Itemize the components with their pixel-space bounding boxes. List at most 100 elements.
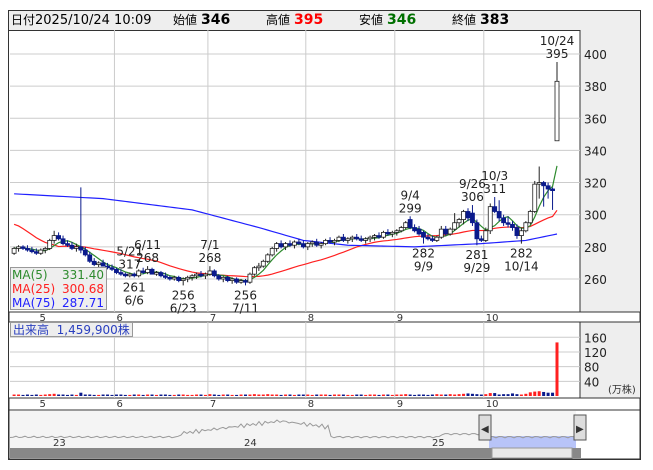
candle-body <box>492 206 498 212</box>
legend-name: MA(5) <box>12 268 48 282</box>
volume-bar <box>217 394 221 396</box>
candle-body <box>65 243 70 246</box>
volume-bar <box>172 394 176 396</box>
candle-body <box>314 241 320 246</box>
volume-bar <box>266 394 270 396</box>
volume-bar <box>257 394 261 396</box>
volume-bar <box>150 394 154 396</box>
price-tick-label: 380 <box>584 80 607 94</box>
volume-bar <box>239 394 243 396</box>
candle-body <box>287 243 293 246</box>
legend-value: 287.71 <box>62 296 104 310</box>
month-label: 9 <box>397 313 403 324</box>
annotation-date: 6/11 <box>134 238 161 252</box>
volume-bar <box>377 394 381 396</box>
volume-bar <box>333 394 336 396</box>
volume-bar <box>350 394 354 396</box>
candle-body <box>345 238 351 241</box>
volume-bar <box>422 394 425 396</box>
candle-body <box>216 275 222 280</box>
candle-body <box>474 222 480 240</box>
candle-body <box>149 268 155 275</box>
candle-body <box>487 206 493 232</box>
candle-body <box>381 231 386 238</box>
volume-bar <box>444 394 448 396</box>
volume-legend: 出来高 1,459,900株 <box>10 322 133 337</box>
volume-bar <box>155 394 158 396</box>
price-volume-chart[interactable]: 5/213172616/66/112682566/237/12682567/11… <box>0 0 653 470</box>
candle-body <box>78 246 84 251</box>
volume-bar <box>288 394 292 396</box>
candle-body <box>403 222 409 228</box>
month-label: 5 <box>39 399 45 410</box>
candle-body <box>434 236 440 241</box>
month-label: 10 <box>486 399 499 410</box>
volume-bar <box>537 391 541 396</box>
price-tick-label: 280 <box>584 241 607 255</box>
candle-body <box>131 273 137 277</box>
volume-bar <box>230 394 234 396</box>
candle-body <box>42 248 48 251</box>
volume-bar <box>137 394 141 396</box>
candle-body <box>389 231 395 235</box>
candle-body <box>60 238 66 245</box>
volume-bar <box>203 394 207 396</box>
volume-bar <box>470 393 474 396</box>
chevron-right-icon: ▶ <box>576 424 584 435</box>
navigator-year-label: 23 <box>53 438 66 449</box>
month-label: 7 <box>210 313 216 324</box>
annotation-date: 7/1 <box>200 238 219 252</box>
candle-body <box>220 276 226 280</box>
candle-body <box>545 185 551 190</box>
candle-body <box>74 246 79 249</box>
navigator[interactable]: 23 24 25 ◀ ▶ <box>8 409 641 460</box>
volume-bar <box>381 394 385 396</box>
volume-bar <box>34 394 38 396</box>
candle-body <box>56 235 61 240</box>
candle-body <box>207 270 213 275</box>
volume-bar <box>479 394 483 396</box>
volume-bar <box>426 394 430 396</box>
volume-bar <box>435 394 439 396</box>
annotation-value: 282 <box>412 247 435 261</box>
volume-bar <box>493 393 497 396</box>
candle-body <box>363 238 369 241</box>
volume-bar <box>70 394 74 396</box>
volume-bar <box>453 394 457 396</box>
candle-body <box>109 267 115 270</box>
volume-bar <box>430 394 434 396</box>
volume-bar <box>43 394 47 396</box>
volume-bar <box>177 394 181 396</box>
volume-bar <box>52 393 56 396</box>
price-tick-label: 360 <box>584 112 607 126</box>
volume-bar <box>163 394 167 396</box>
candle-body <box>332 240 337 243</box>
candle-body <box>292 241 297 246</box>
annotation-value: 256 <box>234 288 257 302</box>
candle-body <box>162 275 168 278</box>
volume-bar <box>515 394 519 396</box>
candle-body <box>247 273 253 283</box>
candle-body <box>416 228 422 235</box>
volume-tick-label: 160 <box>584 331 607 345</box>
legend-value: 300.68 <box>62 282 104 296</box>
candle-body <box>136 270 142 277</box>
volume-bar <box>506 394 510 396</box>
candle-body <box>145 268 151 273</box>
candle-body <box>118 272 124 275</box>
volume-bar <box>417 394 421 396</box>
volume-bar <box>17 394 21 396</box>
volume-bar <box>159 394 163 396</box>
candle-body <box>185 276 191 280</box>
volume-bar <box>310 394 314 396</box>
candle-body <box>336 236 342 241</box>
candle-body <box>51 235 57 241</box>
scrollbar-thumb[interactable] <box>491 447 573 459</box>
candle-body <box>180 278 186 281</box>
candle-body <box>554 80 560 142</box>
volume-bar <box>368 394 372 396</box>
candle-body <box>412 227 418 232</box>
volume-bar <box>208 394 212 396</box>
volume-bar <box>555 342 559 396</box>
volume-bar <box>462 393 466 396</box>
